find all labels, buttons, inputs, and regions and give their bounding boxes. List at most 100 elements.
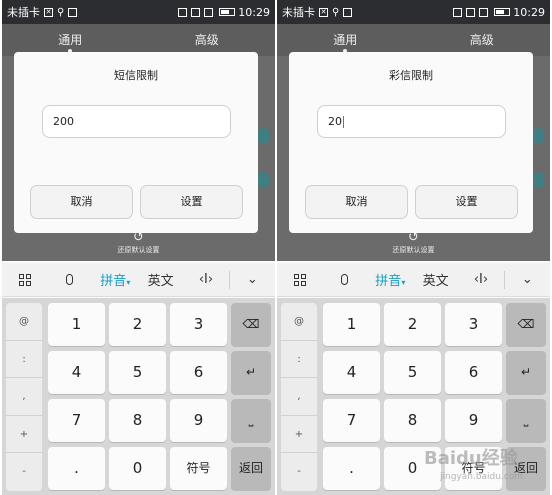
key-3[interactable]: 3	[445, 303, 502, 346]
nfc-icon	[178, 7, 188, 17]
restore-defaults[interactable]: ↺ 还原默认设置	[277, 231, 550, 255]
space-icon: ⎵	[523, 413, 529, 427]
key-8[interactable]: 8	[384, 399, 441, 442]
pinyin-mode-button[interactable]: 拼音▾	[93, 270, 138, 289]
restore-icon: ↺	[133, 230, 144, 245]
grid-icon	[293, 273, 306, 286]
key-9[interactable]: 9	[170, 399, 227, 442]
notification-icon	[204, 7, 214, 17]
enter-icon: ↵	[245, 365, 257, 379]
battery-icon	[494, 8, 511, 16]
symbol-key[interactable]: @	[281, 303, 317, 341]
backspace-icon: ⌫	[242, 317, 260, 331]
pinyin-label: 拼音	[375, 274, 402, 289]
english-mode-button[interactable]: 英文	[413, 270, 458, 289]
pinyin-label: 拼音	[100, 274, 127, 289]
key-2[interactable]: 2	[384, 303, 441, 346]
key-9[interactable]: 9	[445, 399, 502, 442]
toggle-switch[interactable]	[532, 128, 544, 144]
limit-input[interactable]: 200	[42, 105, 231, 138]
toggle-switch[interactable]	[532, 172, 544, 188]
key-5[interactable]: 5	[384, 351, 441, 394]
restore-defaults[interactable]: ↺ 还原默认设置	[2, 231, 275, 255]
key-1[interactable]: 1	[323, 303, 380, 346]
key-6[interactable]: 6	[445, 351, 502, 394]
key-6[interactable]: 6	[170, 351, 227, 394]
key-5[interactable]: 5	[109, 351, 166, 394]
keyboard-menu-button[interactable]	[2, 272, 47, 287]
carrier-text: 未插卡	[7, 6, 40, 19]
enter-icon: ↵	[520, 365, 532, 379]
english-mode-button[interactable]: 英文	[138, 270, 183, 289]
grid-icon	[18, 273, 31, 286]
key-4[interactable]: 4	[48, 351, 105, 394]
symbol-key[interactable]: :	[6, 341, 42, 379]
chevron-down-icon: ⌄	[246, 272, 258, 287]
battery-icon	[219, 8, 236, 16]
cursor-icon: ‹I›	[473, 272, 489, 287]
space-key[interactable]: ⎵	[231, 399, 271, 442]
key-2[interactable]: 2	[109, 303, 166, 346]
key-dot[interactable]: .	[48, 447, 105, 490]
location-icon: ⚲	[57, 6, 65, 18]
phone-panel-left: 未插卡 ✕ ⚲ 10:29 通用 高级 ↺ 还原默认设置 短信限制 200 取消…	[2, 0, 275, 495]
toggle-switch[interactable]	[257, 128, 269, 144]
phone-panel-right: 未插卡 ✕ ⚲ 10:29 通用 高级 ↺ 还原默认设置 彩信限制 20 取消 …	[277, 0, 550, 495]
keyboard-menu-button[interactable]	[277, 272, 322, 287]
backspace-icon: ⌫	[517, 317, 535, 331]
limit-input-value: 20	[328, 115, 342, 128]
clock: 10:29	[513, 5, 545, 19]
notification-icon	[479, 7, 489, 17]
backspace-key[interactable]: ⌫	[231, 303, 271, 346]
set-button[interactable]: 设置	[140, 185, 243, 219]
toggle-switch[interactable]	[257, 172, 269, 188]
clock: 10:29	[238, 5, 270, 19]
voice-input-button[interactable]	[47, 272, 92, 287]
enter-key[interactable]: ↵	[231, 351, 271, 394]
set-button[interactable]: 设置	[415, 185, 518, 219]
hide-keyboard-button[interactable]: ⌄	[505, 272, 550, 287]
space-icon: ⎵	[248, 413, 254, 427]
symbol-key[interactable]: -	[281, 453, 317, 491]
carrier-text: 未插卡	[282, 6, 315, 19]
sim-icon: ✕	[319, 7, 328, 17]
key-7[interactable]: 7	[48, 399, 105, 442]
hide-keyboard-button[interactable]: ⌄	[230, 272, 275, 287]
screen-icon	[343, 7, 353, 17]
symbol-key[interactable]: ,	[281, 378, 317, 416]
numeric-keypad: @ : , + - 1 2 3 ⌫ 4 5 6 ↵ 7 8 9 ⎵ . 0 符号…	[2, 298, 275, 495]
status-bar: 未插卡 ✕ ⚲ 10:29	[277, 0, 550, 24]
symbol-key[interactable]: +	[6, 416, 42, 454]
cancel-button[interactable]: 取消	[305, 185, 408, 219]
pinyin-mode-button[interactable]: 拼音▾	[368, 270, 413, 289]
symbols-key[interactable]: 符号	[170, 447, 227, 490]
voice-input-button[interactable]	[322, 272, 367, 287]
backspace-key[interactable]: ⌫	[506, 303, 546, 346]
key-8[interactable]: 8	[109, 399, 166, 442]
symbol-column: @ : , + -	[281, 303, 317, 491]
symbol-key[interactable]: :	[281, 341, 317, 379]
cancel-button[interactable]: 取消	[30, 185, 133, 219]
enter-key[interactable]: ↵	[506, 351, 546, 394]
key-3[interactable]: 3	[170, 303, 227, 346]
cursor-move-button[interactable]: ‹I›	[458, 272, 503, 287]
dialog-title: 短信限制	[114, 69, 158, 82]
dropdown-icon: ▾	[126, 278, 131, 287]
key-0[interactable]: 0	[109, 447, 166, 490]
microphone-icon	[66, 274, 74, 285]
space-key[interactable]: ⎵	[506, 399, 546, 442]
symbol-key[interactable]: ,	[6, 378, 42, 416]
cursor-move-button[interactable]: ‹I›	[183, 272, 228, 287]
dropdown-icon: ▾	[401, 278, 406, 287]
key-1[interactable]: 1	[48, 303, 105, 346]
cursor-icon: ‹I›	[198, 272, 214, 287]
key-7[interactable]: 7	[323, 399, 380, 442]
return-key[interactable]: 返回	[231, 447, 271, 490]
key-dot[interactable]: .	[323, 447, 380, 490]
limit-input[interactable]: 20	[317, 105, 506, 138]
symbol-key[interactable]: +	[281, 416, 317, 454]
symbol-column: @ : , + -	[6, 303, 42, 491]
symbol-key[interactable]: -	[6, 453, 42, 491]
key-4[interactable]: 4	[323, 351, 380, 394]
symbol-key[interactable]: @	[6, 303, 42, 341]
